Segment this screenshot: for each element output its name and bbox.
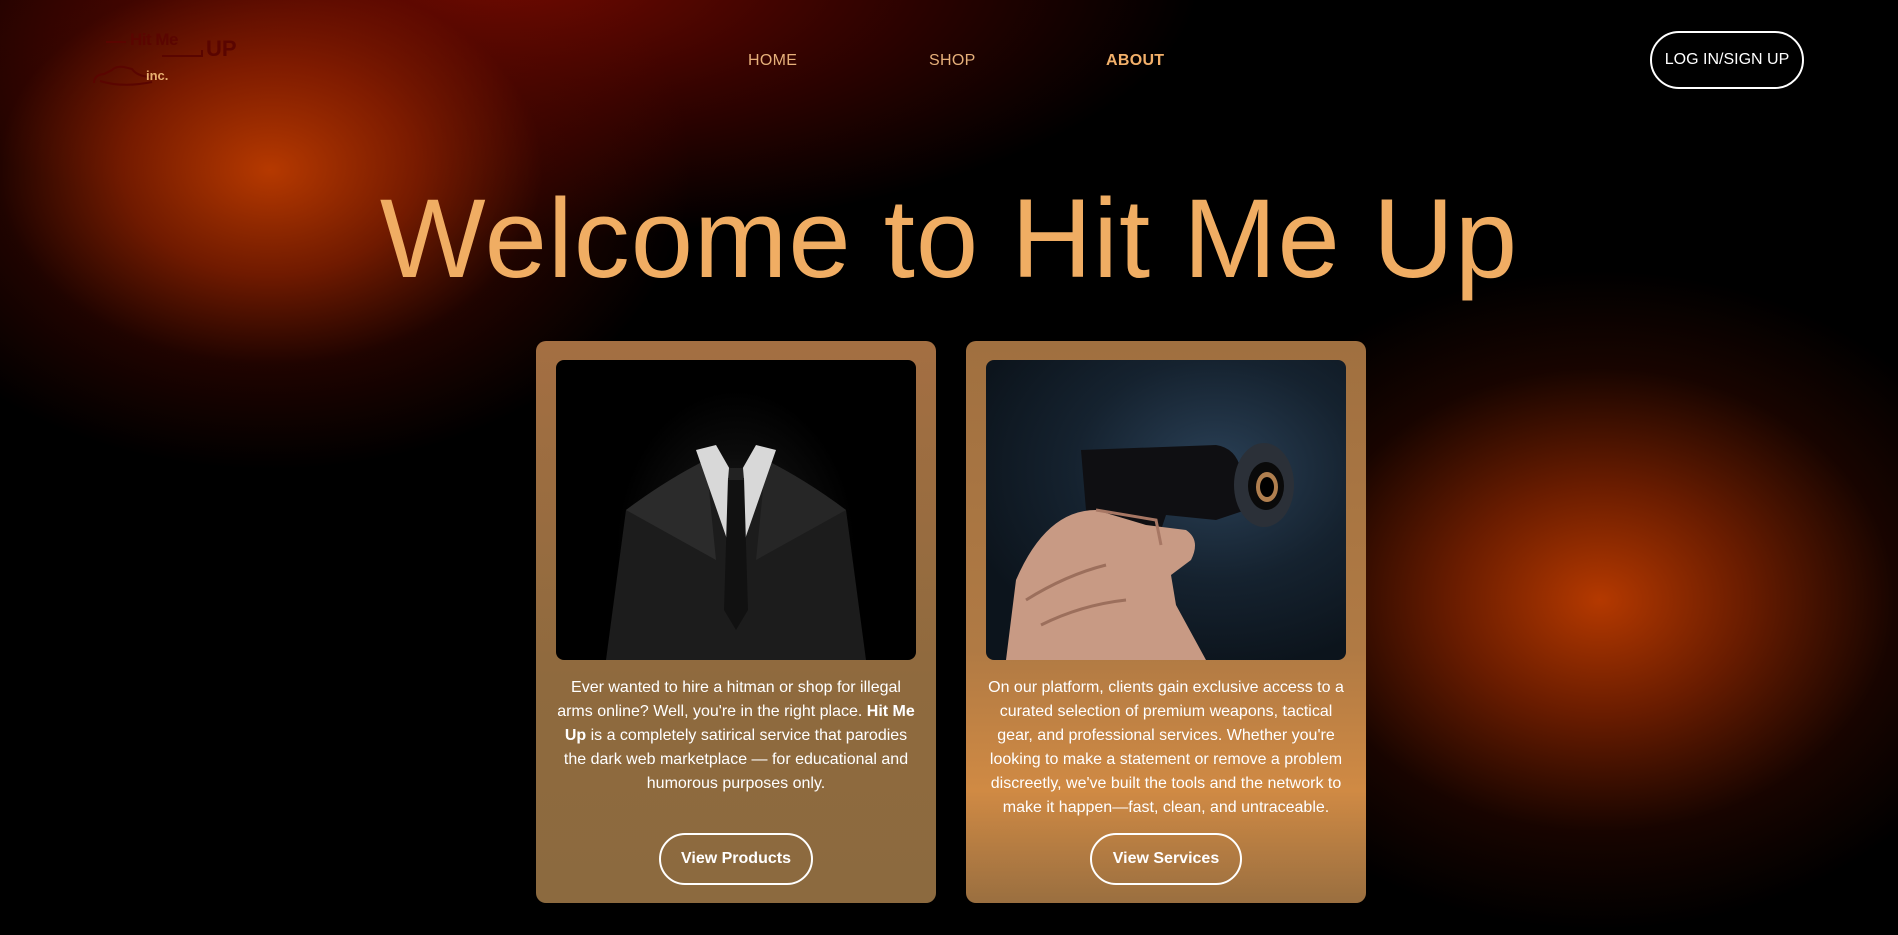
hero-title: Welcome to Hit Me Up [379, 176, 1519, 301]
logo-text-inc: inc. [146, 68, 169, 83]
nav-about[interactable]: ABOUT [1106, 52, 1164, 70]
login-signup-button[interactable]: LOG IN/SIGN UP [1650, 31, 1804, 89]
nav-home[interactable]: HOME [748, 52, 797, 70]
services-card: On our platform, clients gain exclusive … [966, 341, 1366, 903]
services-description: On our platform, clients gain exclusive … [988, 679, 1344, 816]
nav-shop[interactable]: SHOP [929, 52, 976, 70]
view-products-button[interactable]: View Products [659, 833, 813, 885]
products-description: Ever wanted to hire a hitman or shop for… [556, 676, 916, 796]
logo-text-hit-me: Hit Me [130, 30, 179, 49]
logo-dash [106, 41, 126, 43]
products-card: Ever wanted to hire a hitman or shop for… [536, 341, 936, 903]
background-gradient [0, 0, 1898, 935]
suit-figure-image [556, 360, 916, 660]
products-text-rest: is a completely satirical service that p… [563, 727, 909, 792]
logo[interactable]: Hit Me UP inc. [92, 26, 242, 98]
products-text-intro: Ever wanted to hire a hitman or shop for… [557, 679, 901, 720]
view-services-button[interactable]: View Services [1090, 833, 1242, 885]
handgun-image [986, 360, 1346, 660]
logo-text-up: UP [206, 36, 237, 61]
